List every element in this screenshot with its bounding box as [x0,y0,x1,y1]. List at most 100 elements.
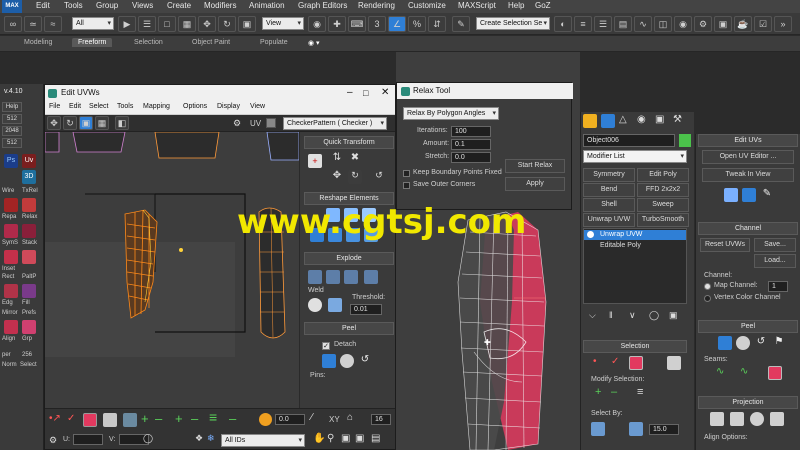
tile-512[interactable]: 512 [2,114,22,124]
bend-button[interactable]: Bend [583,183,635,197]
mirror-icon[interactable]: ◐ [554,16,572,32]
tile-paltp[interactable]: PaltP [22,274,36,280]
uv-canvas[interactable] [45,132,299,432]
percent-snap-icon[interactable]: % [408,16,426,32]
uvw-menu-edit[interactable]: Edit [69,103,81,110]
tile-fill[interactable]: Fill [22,300,30,306]
keep-boundary-checkbox[interactable] [403,170,410,177]
menu-modifiers[interactable]: Modifiers [204,1,236,10]
sweep-button[interactable]: Sweep [637,198,689,212]
reset-uvws-button[interactable]: Reset UVWs [700,238,750,252]
explode-icon[interactable] [364,270,378,284]
menu-create[interactable]: Create [167,1,191,10]
tile-syms[interactable]: SymS [2,240,18,246]
menu-help[interactable]: Help [508,1,524,10]
make-unique-icon[interactable]: ∨ [629,310,636,321]
inset-icon[interactable] [4,250,18,264]
peel-panel-pin-icon[interactable]: ⚑ [772,336,786,350]
align-tile-icon[interactable] [4,320,18,334]
tweak-in-view-button[interactable]: Tweak In View [702,168,794,182]
hide-icon[interactable]: ❖ [195,433,203,444]
symmetry-icon[interactable] [4,224,18,238]
checker-pattern-select[interactable]: CheckerPattern ( Checker ) [283,117,387,130]
tab-object-paint[interactable]: Object Paint [192,39,230,46]
tab-selection[interactable]: Selection [134,39,163,46]
uvw-menu-mapping[interactable]: Mapping [143,103,170,110]
shell-button[interactable]: Shell [583,198,635,212]
loop-sel-icon[interactable]: ≡ [637,386,643,398]
flatten-icon[interactable] [344,270,358,284]
curve-editor-icon[interactable]: ∿ [634,16,652,32]
rotate-cw-icon[interactable]: ↻ [348,170,362,184]
shrink-sel-icon[interactable]: – [611,386,617,398]
tile-txrel[interactable]: TxRel [22,188,38,194]
uvw-menu-view[interactable]: View [250,103,265,110]
uvw-scale-icon[interactable]: ▣ [79,116,93,130]
menu-tools[interactable]: Tools [64,1,83,10]
uv-icon[interactable]: Uv [22,154,36,168]
lock-icon[interactable]: ◯ [143,433,153,444]
select-by-name-icon[interactable]: ☰ [138,16,156,32]
projection-header[interactable]: Projection [698,396,798,409]
uvw-rotate-icon[interactable]: ↻ [63,116,77,130]
zoom-icon[interactable]: ⚲ [327,433,334,444]
menu-animation[interactable]: Animation [249,1,285,10]
loop-minus-icon[interactable]: – [229,411,236,426]
tile-mirror[interactable]: Mirror [2,310,18,316]
remove-modifier-icon[interactable]: ◯ [649,310,659,321]
element-mode-icon[interactable] [103,413,117,427]
loop-icon[interactable]: ≡ [209,409,217,425]
brush-size-input[interactable]: 16 [371,414,391,425]
create-tab-icon[interactable] [583,114,597,128]
uvw-mirror-icon[interactable]: ◧ [115,116,129,130]
unwrap-uvw-button[interactable]: Unwrap UVW [583,213,635,227]
pin-point-icon[interactable]: + [308,154,322,168]
expand-seams-icon[interactable] [768,366,782,380]
grow-icon[interactable] [123,413,137,427]
pivot-icon[interactable]: ◉ [308,16,326,32]
spherical-map-icon[interactable] [750,412,764,426]
app-logo[interactable]: MAX [2,0,22,13]
object-color-swatch[interactable] [679,134,691,147]
relax-method-select[interactable]: Relax By Polygon Angles [403,107,499,120]
motion-tab-icon[interactable]: ◉ [637,114,646,125]
edit-uvs-header[interactable]: Edit UVs [698,134,798,147]
ffd-button[interactable]: FFD 2x2x2 [637,183,689,197]
soft-value-input[interactable]: 0.0 [275,414,305,425]
amount-input[interactable]: 0.1 [451,139,491,150]
soft-select-icon[interactable] [259,413,272,426]
tile-help[interactable]: Help [2,102,22,112]
light-bulb-icon[interactable] [587,231,594,238]
threshold-input[interactable]: 0.01 [350,304,382,315]
tab-populate[interactable]: Populate [260,39,288,46]
tile-edg[interactable]: Edg [2,300,13,306]
relax-icon[interactable] [22,198,36,212]
uvw-menu-options[interactable]: Options [183,103,207,110]
uvw-display-icon[interactable]: ⚙ [233,118,241,129]
tile-512-b[interactable]: 512 [2,138,22,148]
save-outer-checkbox[interactable] [403,182,410,189]
edit-seams-icon[interactable]: ∿ [740,366,748,377]
tile-norm[interactable]: Norm [2,362,17,368]
material-editor-icon[interactable]: ◉ [674,16,692,32]
peel-mode-icon[interactable] [340,354,354,368]
uvw-menu-tools[interactable]: Tools [117,103,133,110]
absolute-mode-icon[interactable]: ⚙ [49,435,57,446]
fill-icon[interactable] [22,284,36,298]
spinner-snap-icon[interactable]: ⇵ [428,16,446,32]
tab-modeling[interactable]: Modeling [24,39,52,46]
menu-graph-editors[interactable]: Graph Editors [298,1,347,10]
tile-inset[interactable]: Inset [2,266,15,272]
named-selection-set-select[interactable]: Create Selection Se [476,17,550,30]
select-by-element-icon[interactable] [591,422,605,436]
edge-icon[interactable] [4,284,18,298]
plus-icon[interactable]: + [141,411,149,426]
grow-sel-icon[interactable]: + [595,386,601,398]
select-by-angle-icon[interactable] [629,422,643,436]
uvw-menu-select[interactable]: Select [89,103,108,110]
tile-grp[interactable]: Grp [22,336,32,342]
start-relax-button[interactable]: Start Relax [505,159,565,173]
unlink-icon[interactable]: ≃ [24,16,42,32]
more-icon[interactable]: » [774,16,792,32]
align-icon[interactable]: ≡ [574,16,592,32]
